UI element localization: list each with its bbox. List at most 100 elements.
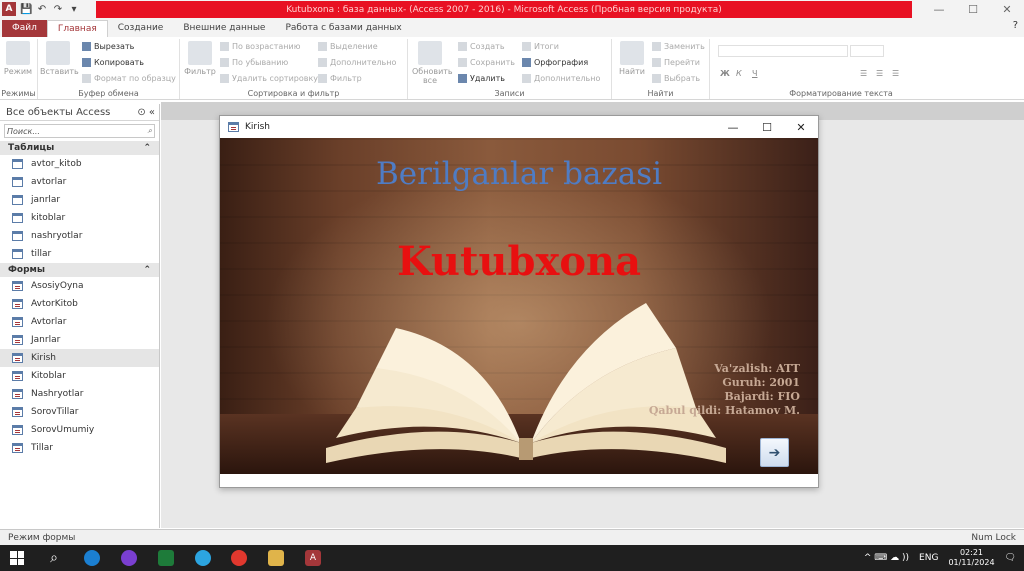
italic-button[interactable]: К bbox=[736, 69, 742, 78]
more-records-button[interactable]: Дополнительно bbox=[522, 74, 600, 83]
help-icon[interactable]: ? bbox=[1013, 20, 1018, 31]
copy-button[interactable]: Копировать bbox=[82, 58, 144, 67]
tab-database-tools[interactable]: Работа с базами данных bbox=[275, 20, 411, 37]
selection-button[interactable]: Выделение bbox=[318, 42, 378, 51]
find-button[interactable]: Найти bbox=[614, 41, 650, 76]
paste-button[interactable]: Вставить bbox=[40, 41, 79, 76]
ribbon-tabs: Файл Главная Создание Внешние данные Раб… bbox=[0, 18, 1024, 37]
filter-button[interactable]: Фильтр bbox=[182, 41, 218, 76]
sort-descending-button[interactable]: По убыванию bbox=[220, 58, 288, 67]
cut-button[interactable]: Вырезать bbox=[82, 42, 134, 51]
more-icon bbox=[522, 74, 531, 83]
heading-library: Kutubxona bbox=[396, 238, 642, 285]
scissors-icon bbox=[82, 42, 91, 51]
next-button[interactable]: ➔ bbox=[760, 438, 789, 467]
clock[interactable]: 02:21 01/11/2024 bbox=[948, 548, 994, 568]
access-app-icon[interactable]: A bbox=[2, 2, 16, 16]
nav-section-forms[interactable]: Формы ⌃ bbox=[0, 263, 159, 277]
tray-icons[interactable]: ^ ⌨ ☁ )) bbox=[864, 553, 909, 563]
system-tray: ^ ⌨ ☁ )) ENG 02:21 01/11/2024 🗨 bbox=[864, 545, 1016, 571]
remove-sort-button[interactable]: Удалить сортировку bbox=[220, 74, 318, 83]
nav-item-table[interactable]: kitoblar bbox=[0, 209, 159, 227]
toggle-filter-icon bbox=[318, 74, 327, 83]
goto-button[interactable]: Перейти bbox=[652, 58, 700, 67]
tab-file[interactable]: Файл bbox=[2, 20, 47, 37]
font-name-select[interactable] bbox=[718, 45, 848, 57]
refresh-all-button[interactable]: Обновить все bbox=[412, 41, 453, 85]
replace-button[interactable]: Заменить bbox=[652, 42, 705, 51]
nav-item-table[interactable]: janrlar bbox=[0, 191, 159, 209]
totals-button[interactable]: Итоги bbox=[522, 42, 559, 51]
new-record-button[interactable]: Создать bbox=[458, 42, 505, 51]
collapse-chevron-icon[interactable]: ⊙ « bbox=[137, 107, 155, 118]
minimize-button[interactable]: — bbox=[922, 0, 956, 18]
nav-item-form[interactable]: Janrlar bbox=[0, 331, 159, 349]
align-left-icon[interactable]: ☰ bbox=[860, 69, 867, 78]
format-painter-button[interactable]: Формат по образцу bbox=[82, 74, 176, 83]
bold-button[interactable]: Ж bbox=[720, 69, 730, 78]
quick-access-toolbar: A 💾 ↶ ↷ ▾ bbox=[0, 0, 80, 18]
table-icon bbox=[12, 249, 23, 259]
mode-button[interactable]: Режим bbox=[0, 41, 36, 76]
nav-item-form[interactable]: AsosiyOyna bbox=[0, 277, 159, 295]
nav-search-input[interactable]: Поиск... ⌕ bbox=[4, 124, 155, 138]
group-sort-filter: Фильтр По возрастанию По убыванию Удалит… bbox=[180, 39, 408, 99]
form-icon bbox=[12, 299, 23, 309]
nav-item-table[interactable]: avtorlar bbox=[0, 173, 159, 191]
app-icon[interactable] bbox=[158, 550, 174, 566]
sort-ascending-button[interactable]: По возрастанию bbox=[220, 42, 300, 51]
advanced-filter-button[interactable]: Дополнительно bbox=[318, 58, 396, 67]
nav-item-form-selected[interactable]: Kirish bbox=[0, 349, 159, 367]
nav-item-form[interactable]: Kitoblar bbox=[0, 367, 159, 385]
windows-start-icon[interactable] bbox=[10, 551, 24, 565]
nav-item-form[interactable]: AvtorKitob bbox=[0, 295, 159, 313]
nav-section-tables[interactable]: Таблицы ⌃ bbox=[0, 141, 159, 155]
save-icon[interactable]: 💾 bbox=[20, 4, 32, 15]
nav-item-form[interactable]: SorovTillar bbox=[0, 403, 159, 421]
save-record-button[interactable]: Сохранить bbox=[458, 58, 515, 67]
toggle-filter-button[interactable]: Фильтр bbox=[318, 74, 362, 83]
nav-item-table[interactable]: tillar bbox=[0, 245, 159, 263]
nav-item-form[interactable]: Nashryotlar bbox=[0, 385, 159, 403]
tab-home[interactable]: Главная bbox=[46, 20, 108, 37]
select-button[interactable]: Выбрать bbox=[652, 74, 700, 83]
spelling-button[interactable]: Орфография bbox=[522, 58, 588, 67]
nav-item-table[interactable]: avtor_kitob bbox=[0, 155, 159, 173]
align-center-icon[interactable]: ☰ bbox=[876, 69, 883, 78]
notification-icon[interactable]: 🗨 bbox=[1005, 553, 1016, 563]
nav-item-form[interactable]: SorovUmumiy bbox=[0, 421, 159, 439]
close-button[interactable]: ✕ bbox=[990, 0, 1024, 18]
form-window-kirish: Kirish — ☐ ✕ Berilganlar bazasi Kutubxon… bbox=[219, 115, 819, 488]
nav-item-form[interactable]: Avtorlar bbox=[0, 313, 159, 331]
form-maximize-button[interactable]: ☐ bbox=[750, 116, 784, 138]
maximize-button[interactable]: ☐ bbox=[956, 0, 990, 18]
nav-pane-header[interactable]: Все объекты Access ⊙ « bbox=[0, 104, 159, 121]
collapse-icon[interactable]: ⌃ bbox=[143, 265, 151, 275]
access-taskbar-icon[interactable]: A bbox=[305, 550, 321, 566]
chrome-icon[interactable] bbox=[231, 550, 247, 566]
nav-item-form[interactable]: Tillar bbox=[0, 439, 159, 457]
font-size-select[interactable] bbox=[850, 45, 884, 57]
search-icon[interactable]: ⌕ bbox=[148, 126, 152, 136]
tab-create[interactable]: Создание bbox=[108, 20, 174, 37]
underline-button[interactable]: Ч bbox=[752, 69, 757, 78]
collapse-icon[interactable]: ⌃ bbox=[143, 143, 151, 153]
tab-external-data[interactable]: Внешние данные bbox=[173, 20, 275, 37]
taskbar: ⌕ A ^ ⌨ ☁ )) ENG 02:21 01/11/2024 🗨 bbox=[0, 545, 1024, 571]
delete-record-button[interactable]: Удалить bbox=[458, 74, 505, 83]
nav-item-table[interactable]: nashryotlar bbox=[0, 227, 159, 245]
redo-icon[interactable]: ↷ bbox=[52, 4, 64, 15]
edge-icon[interactable] bbox=[84, 550, 100, 566]
language-indicator[interactable]: ENG bbox=[919, 553, 938, 563]
group-records: Обновить все Создать Сохранить Удалить И… bbox=[408, 39, 612, 99]
undo-icon[interactable]: ↶ bbox=[36, 4, 48, 15]
file-explorer-icon[interactable] bbox=[268, 550, 284, 566]
app-icon[interactable] bbox=[121, 550, 137, 566]
search-icon[interactable]: ⌕ bbox=[46, 550, 62, 566]
align-right-icon[interactable]: ☰ bbox=[892, 69, 899, 78]
form-close-button[interactable]: ✕ bbox=[784, 116, 818, 138]
copy-icon bbox=[82, 58, 91, 67]
form-minimize-button[interactable]: — bbox=[716, 116, 750, 138]
customize-qat-icon[interactable]: ▾ bbox=[68, 4, 80, 15]
telegram-icon[interactable] bbox=[195, 550, 211, 566]
